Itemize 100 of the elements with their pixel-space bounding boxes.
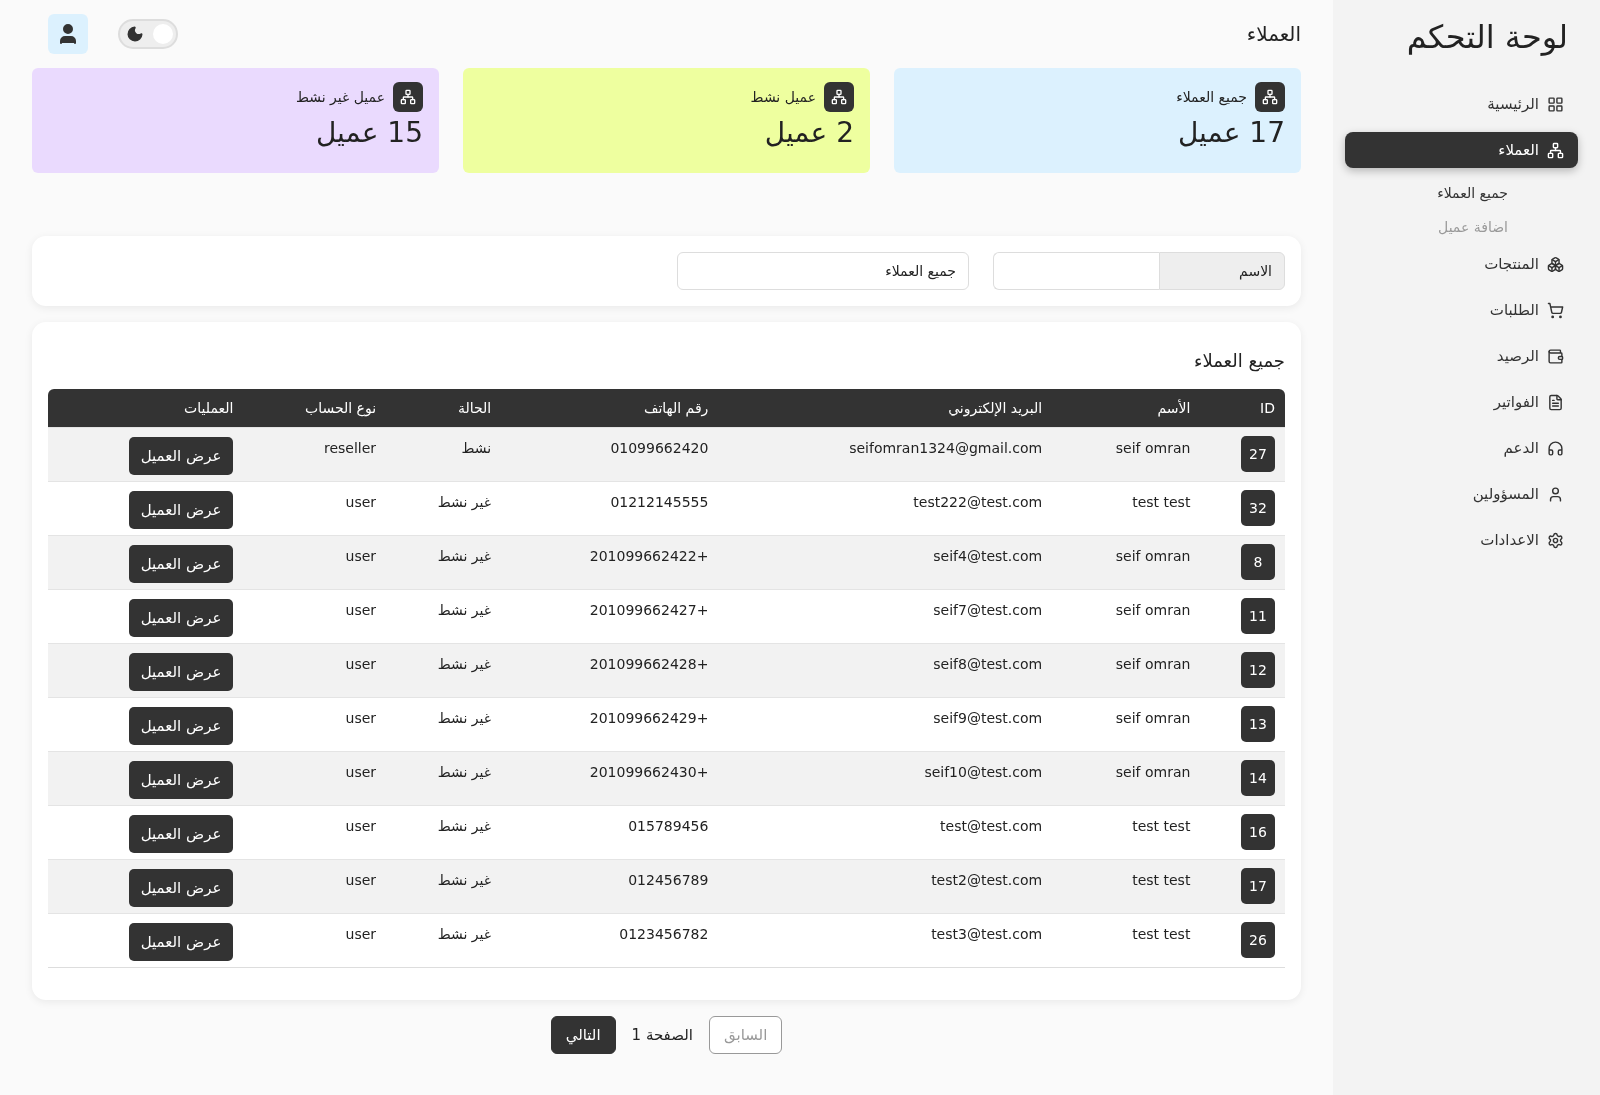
table-cell: غير نشط	[386, 805, 502, 859]
table-cell: غير نشط	[386, 751, 502, 805]
boxes-icon	[1547, 255, 1564, 273]
table-cell: seif omran	[1052, 751, 1201, 805]
id-badge: 17	[1241, 867, 1275, 904]
table-cell: 015789456	[501, 805, 719, 859]
view-client-button[interactable]: عرض العميل	[128, 922, 234, 961]
id-badge: 8	[1241, 543, 1275, 580]
cart-icon	[1547, 301, 1564, 319]
view-client-button[interactable]: عرض العميل	[128, 814, 234, 853]
status-select[interactable]: جميع العملاء	[677, 252, 969, 290]
view-client-button[interactable]: عرض العميل	[128, 436, 234, 475]
table-cell: test222@test.com	[718, 481, 1053, 535]
column-header: البريد الإلكتروني	[718, 389, 1053, 427]
user-icon	[1547, 485, 1564, 503]
view-client-button[interactable]: عرض العميل	[128, 598, 234, 637]
sidebar-item[interactable]: الاعدادات	[1345, 522, 1578, 558]
id-badge: 32	[1241, 489, 1275, 526]
table-cell: seif10@test.com	[718, 751, 1053, 805]
view-client-button[interactable]: عرض العميل	[128, 868, 234, 907]
table-cell: test3@test.com	[718, 913, 1053, 967]
id-badge: 11	[1241, 597, 1275, 634]
next-button[interactable]: التالي	[550, 1015, 616, 1054]
table-cell: 012456789	[501, 859, 719, 913]
dark-mode-toggle[interactable]	[118, 19, 178, 49]
table-title: جميع العملاء	[1192, 350, 1285, 371]
table-cell: user	[243, 697, 387, 751]
stat-value: 2 عميل	[763, 116, 854, 149]
table-cell: user	[243, 805, 387, 859]
table-cell: 0123456782	[501, 913, 719, 967]
name-field[interactable]	[993, 252, 1159, 290]
sidebar-title: لوحة التحكم	[1405, 18, 1568, 56]
sidebar-item[interactable]: الرصيد	[1345, 338, 1578, 374]
id-badge: 13	[1241, 705, 1275, 742]
table-cell: 01212145555	[501, 481, 719, 535]
table-cell: seifomran1324@gmail.com	[718, 427, 1053, 481]
sidebar-item[interactable]: العملاء	[1345, 132, 1578, 168]
table-cell: غير نشط	[386, 535, 502, 589]
view-client-button[interactable]: عرض العميل	[128, 706, 234, 745]
table-cell: seif9@test.com	[718, 697, 1053, 751]
table-cell: seif omran	[1052, 427, 1201, 481]
table-cell: user	[243, 859, 387, 913]
sidebar-item[interactable]: المنتجات	[1345, 246, 1578, 282]
sidebar-item[interactable]: المسؤولين	[1345, 476, 1578, 512]
table-cell: test test	[1052, 913, 1201, 967]
column-header: الحالة	[386, 389, 502, 427]
profile-button[interactable]	[48, 14, 88, 54]
table-cell: +201099662422	[501, 535, 719, 589]
table-cell: user	[243, 535, 387, 589]
headset-icon	[1547, 439, 1564, 457]
sidebar-item[interactable]: الدعم	[1345, 430, 1578, 466]
table-cell: +201099662430	[501, 751, 719, 805]
table-cell: test@test.com	[718, 805, 1053, 859]
column-header: رقم الهاتف	[501, 389, 719, 427]
field-label: الاسم	[1159, 252, 1285, 290]
document-icon	[1547, 393, 1564, 411]
table-cell: user	[243, 589, 387, 643]
stat-label: عميل نشط	[750, 89, 816, 105]
table-cell: نشط	[386, 427, 502, 481]
table-cell: test2@test.com	[718, 859, 1053, 913]
id-badge: 14	[1241, 759, 1275, 796]
stat-label: عميل غير نشط	[295, 89, 385, 105]
table-cell: غير نشط	[386, 697, 502, 751]
table-cell: seif omran	[1052, 589, 1201, 643]
table-cell: seif omran	[1052, 697, 1201, 751]
view-client-button[interactable]: عرض العميل	[128, 652, 234, 691]
table-cell: 01099662420	[501, 427, 719, 481]
moon-icon	[126, 25, 144, 43]
table-cell: +201099662427	[501, 589, 719, 643]
table-cell: user	[243, 751, 387, 805]
sidebar-item[interactable]: الرئيسية	[1345, 86, 1578, 122]
table-cell: seif7@test.com	[718, 589, 1053, 643]
id-badge: 12	[1241, 651, 1275, 688]
table-cell: user	[243, 913, 387, 967]
sidebar-item[interactable]: الطلبات	[1345, 292, 1578, 328]
table-cell: seif omran	[1052, 535, 1201, 589]
table-cell: test test	[1052, 481, 1201, 535]
table-cell: غير نشط	[386, 589, 502, 643]
table-cell: غير نشط	[386, 913, 502, 967]
stat-value: 17 عميل	[1176, 116, 1285, 149]
id-badge: 27	[1241, 435, 1275, 472]
stat-label: جميع العملاء	[1176, 89, 1247, 105]
column-header: العمليات	[48, 389, 244, 427]
gear-icon	[1547, 531, 1564, 549]
table-cell: user	[243, 643, 387, 697]
table-cell: +201099662429	[501, 697, 719, 751]
view-client-button[interactable]: عرض العميل	[128, 490, 234, 529]
grid-icon	[1547, 95, 1564, 113]
view-client-button[interactable]: عرض العميل	[128, 760, 234, 799]
id-badge: 26	[1241, 921, 1275, 958]
table-cell: seif omran	[1052, 643, 1201, 697]
table-cell: غير نشط	[386, 859, 502, 913]
wallet-icon	[1547, 347, 1564, 365]
table-cell: +201099662428	[501, 643, 719, 697]
page-title: العملاء	[1246, 22, 1301, 46]
column-header: نوع الحساب	[243, 389, 387, 427]
view-client-button[interactable]: عرض العميل	[128, 544, 234, 583]
sidebar-subitem[interactable]: جميع العملاء	[1345, 178, 1578, 212]
table-cell: reseller	[243, 427, 387, 481]
sidebar-item[interactable]: الفواتير	[1345, 384, 1578, 420]
